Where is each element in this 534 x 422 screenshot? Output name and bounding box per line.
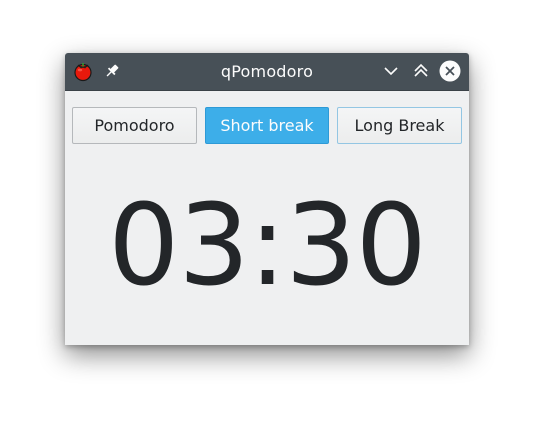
app-window: qPomodoro Pomodoro Short break Long Brea… [65,53,469,345]
double-chevron-up-icon[interactable] [410,60,432,82]
long-break-button[interactable]: Long Break [337,107,462,144]
title-bar[interactable]: qPomodoro [65,53,469,91]
window-title: qPomodoro [220,62,314,81]
close-icon[interactable] [439,60,461,82]
chevron-down-icon[interactable] [381,61,401,81]
timer-display: 03:30 [108,181,427,311]
pomodoro-button[interactable]: Pomodoro [72,107,197,144]
short-break-button[interactable]: Short break [205,107,329,144]
